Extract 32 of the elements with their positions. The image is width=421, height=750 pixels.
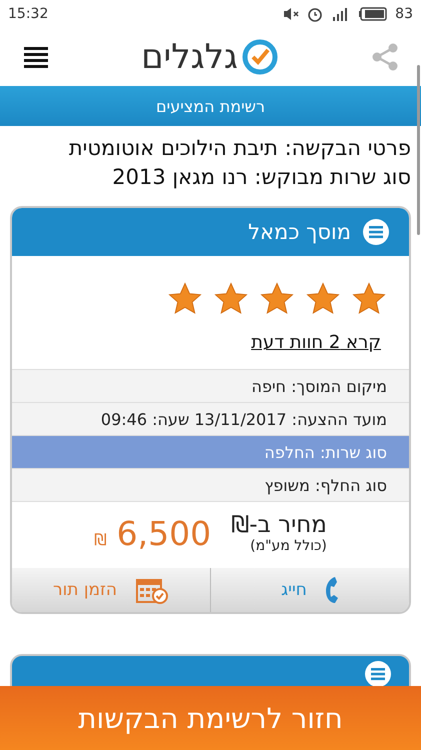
star-icon [259, 282, 295, 316]
request-detail: סוג שרות מבוקש: רנו מגאן 2013 [111, 164, 411, 191]
price-label: מחיר ב-₪ [231, 512, 327, 538]
alarm-icon [307, 6, 324, 22]
menu-icon[interactable] [24, 46, 48, 68]
currency-symbol: ₪ [94, 530, 107, 548]
logo-check-icon [242, 39, 278, 75]
star-icon [167, 282, 203, 316]
price-note: (כולל מע"מ) [249, 538, 327, 554]
star-icon [213, 282, 249, 316]
logo-text: גלגלים [141, 37, 238, 77]
price-value: 6,500 [116, 514, 212, 552]
status-time: 15:32 [8, 6, 48, 22]
garage-name: מוסך כמאל [248, 220, 351, 244]
list-icon [365, 661, 391, 687]
battery-level: 83 [395, 6, 413, 22]
offer-detail-row: סוג שרות: החלפה [12, 435, 409, 468]
offer-detail-row: מיקום המוסך: חיפה [12, 369, 409, 402]
offer-detail-row: מועד ההצעה: 13/11/2017 שעה: 09:46 [12, 402, 409, 435]
phone-icon [324, 576, 339, 604]
list-icon [363, 219, 389, 245]
back-button[interactable]: חזור לרשימת הבקשות [0, 686, 421, 750]
book-button[interactable]: הזמן תור [12, 568, 211, 612]
star-icon [351, 282, 387, 316]
offer-detail-row: סוג החלף: משופץ [12, 468, 409, 501]
mute-icon [283, 7, 300, 21]
reviews-link[interactable]: קרא 2 חוות דעת [12, 326, 409, 369]
star-icon [305, 282, 341, 316]
call-button[interactable]: חייג [211, 568, 409, 612]
request-detail: פרטי הבקשה: תיבת הילוכים אוטומטית [68, 135, 411, 162]
title-bar: רשימת המציעים [0, 86, 421, 126]
battery-icon [359, 7, 388, 21]
